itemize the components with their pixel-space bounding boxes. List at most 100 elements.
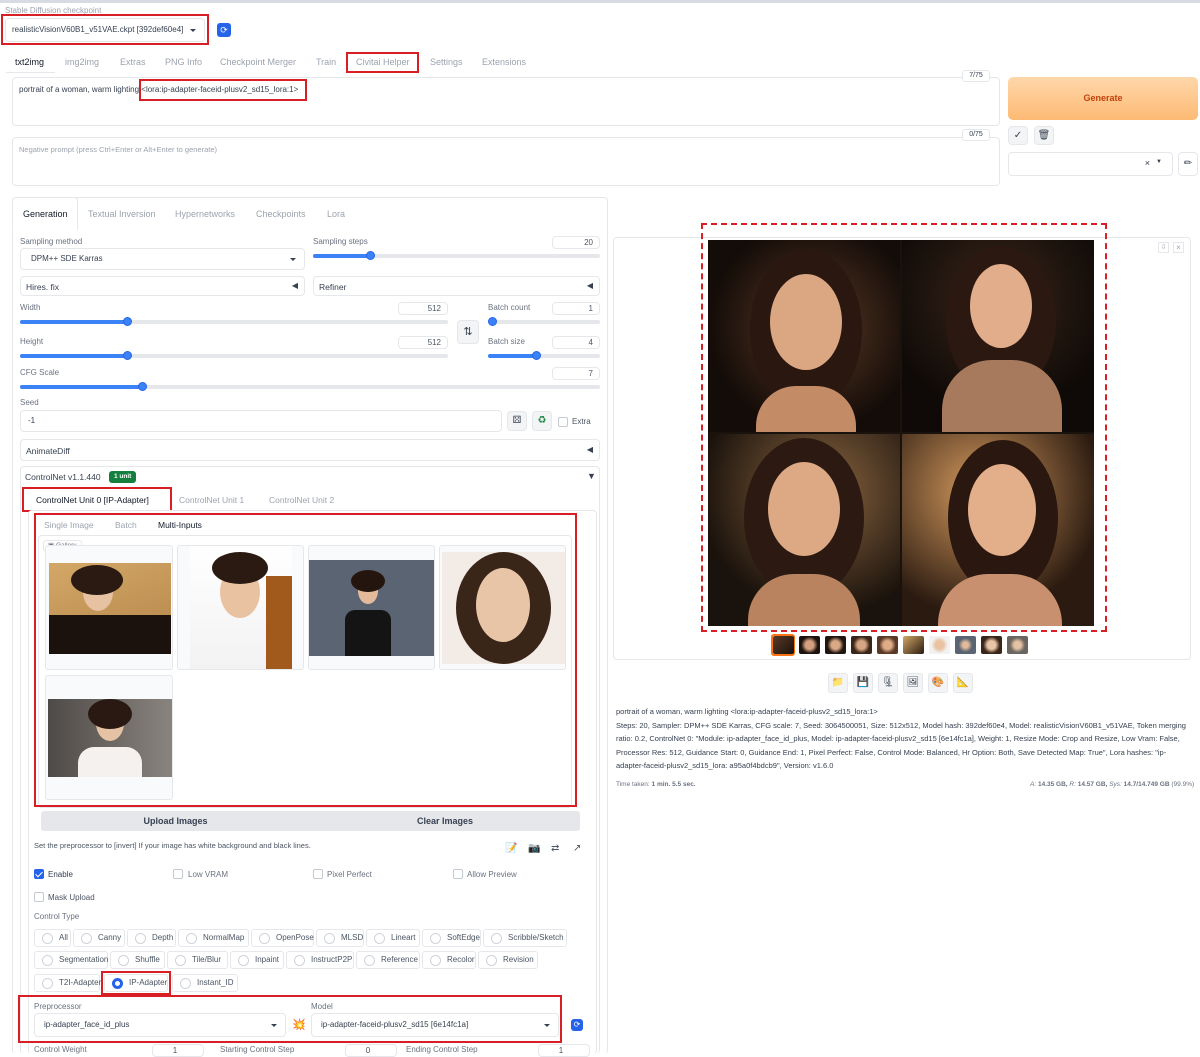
cfg-scale-knob[interactable] [137, 382, 147, 391]
height-slider[interactable] [20, 351, 448, 360]
send-to-extras-icon[interactable]: 📐 [953, 673, 973, 693]
gallery-image-1[interactable] [45, 545, 173, 670]
output-thumb-8[interactable] [955, 636, 976, 654]
output-thumb-10[interactable] [1007, 636, 1028, 654]
sampling-steps-input[interactable]: 20 [552, 236, 600, 249]
swap-icon[interactable]: ⇄ [551, 843, 559, 854]
refresh-models-icon[interactable]: ⟳ [571, 1019, 583, 1031]
send-dimensions-icon[interactable]: ↗ [573, 843, 581, 854]
control-type-instructp2p[interactable]: InstructP2P [286, 951, 354, 969]
control-type-segmentation[interactable]: Segmentation [34, 951, 108, 969]
tab-controlnet-unit-0[interactable]: ControlNet Unit 0 [IP-Adapter] [36, 495, 149, 505]
gallery-image-5[interactable] [45, 675, 173, 800]
control-type-all[interactable]: All [34, 929, 71, 947]
control-type-inpaint[interactable]: Inpaint [230, 951, 284, 969]
starting-step-input[interactable]: 0 [345, 1044, 397, 1057]
output-thumb-3[interactable] [825, 636, 846, 654]
generate-button[interactable]: Generate [1008, 77, 1198, 120]
random-dice-icon[interactable]: ⚄ [507, 411, 527, 431]
checkpoint-select[interactable]: realisticVisionV60B1_v51VAE.ckpt [392def… [5, 18, 205, 42]
upload-images-button[interactable]: Upload Images [41, 811, 310, 831]
gallery-image-2[interactable] [177, 545, 304, 670]
control-type-lineart[interactable]: Lineart [366, 929, 420, 947]
control-type-tile-blur[interactable]: Tile/Blur [167, 951, 228, 969]
control-weight-input[interactable]: 1 [152, 1044, 204, 1057]
notes-icon[interactable]: 📝 [505, 843, 517, 854]
clear-images-button[interactable]: Clear Images [310, 811, 580, 831]
preprocessor-select[interactable]: ip-adapter_face_id_plus [34, 1013, 286, 1037]
output-thumb-9[interactable] [981, 636, 1002, 654]
output-thumb-7[interactable] [929, 636, 950, 654]
control-type-recolor[interactable]: Recolor [422, 951, 476, 969]
batch-size-input[interactable]: 4 [552, 336, 600, 349]
pixel-perfect-checkbox[interactable] [313, 869, 323, 879]
tab-controlnet-unit-2[interactable]: ControlNet Unit 2 [269, 495, 334, 505]
camera-icon[interactable]: 📷 [528, 843, 540, 854]
width-input[interactable]: 512 [398, 302, 448, 315]
clear-x-icon[interactable]: × [1145, 158, 1150, 168]
tab-extras[interactable]: Extras [120, 57, 146, 67]
tab-checkpoint-merger[interactable]: Checkpoint Merger [220, 57, 296, 67]
animatediff-accordion[interactable]: AnimateDiff ◀ [20, 439, 600, 461]
save-icon[interactable]: 💾 [853, 673, 873, 693]
ending-step-input[interactable]: 1 [538, 1044, 590, 1057]
control-type-reference[interactable]: Reference [356, 951, 420, 969]
batch-count-input[interactable]: 1 [552, 302, 600, 315]
close-icon[interactable]: × [1173, 242, 1184, 253]
tab-textual-inversion[interactable]: Textual Inversion [88, 209, 156, 219]
tab-batch[interactable]: Batch [115, 520, 137, 530]
batch-size-slider[interactable] [488, 351, 600, 360]
control-type-canny[interactable]: Canny [73, 929, 125, 947]
control-type-depth[interactable]: Depth [127, 929, 176, 947]
tab-img2img[interactable]: img2img [65, 57, 99, 67]
tab-checkpoints[interactable]: Checkpoints [256, 209, 306, 219]
control-type-instant-id[interactable]: Instant_ID [172, 974, 238, 992]
tab-train[interactable]: Train [316, 57, 336, 67]
height-input[interactable]: 512 [398, 336, 448, 349]
tab-png-info[interactable]: PNG Info [165, 57, 202, 67]
control-type-t2i-adapter[interactable]: T2I-Adapter [34, 974, 101, 992]
tab-txt2img[interactable]: txt2img [15, 57, 44, 67]
cfg-scale-input[interactable]: 7 [552, 367, 600, 380]
low-vram-checkbox[interactable] [173, 869, 183, 879]
width-slider[interactable] [20, 317, 448, 326]
model-select[interactable]: ip-adapter-faceid-plusv2_sd15 [6e14fc1a] [311, 1013, 559, 1037]
batch-count-knob[interactable] [488, 317, 497, 326]
control-type-mlsd[interactable]: MLSD [316, 929, 364, 947]
hires-fix-accordion[interactable]: Hires. fix ◀ [20, 276, 305, 296]
sampling-steps-slider[interactable] [313, 251, 600, 260]
styles-select[interactable]: × ▼ [1008, 152, 1173, 176]
refiner-accordion[interactable]: Refiner ◀ [313, 276, 600, 296]
expand-arrow-icon[interactable]: ▼ [587, 471, 596, 481]
refresh-icon[interactable]: ⟳ [217, 23, 231, 37]
output-thumb-6[interactable] [903, 636, 924, 654]
tab-lora[interactable]: Lora [327, 209, 345, 219]
send-to-img2img-icon[interactable]: 🖼 [903, 673, 923, 693]
mask-upload-checkbox[interactable] [34, 892, 44, 902]
seed-input[interactable]: -1 [20, 410, 502, 432]
tab-generation[interactable]: Generation [23, 209, 68, 219]
prompt-textarea[interactable]: portrait of a woman, warm lighting <lora… [12, 77, 1000, 126]
control-type-shuffle[interactable]: Shuffle [110, 951, 165, 969]
height-knob[interactable] [123, 351, 132, 360]
output-thumb-2[interactable] [799, 636, 820, 654]
tab-hypernetworks[interactable]: Hypernetworks [175, 209, 235, 219]
batch-count-slider[interactable] [488, 317, 600, 326]
tab-civitai-helper[interactable]: Civitai Helper [356, 57, 410, 67]
open-folder-icon[interactable]: 📁 [828, 673, 848, 693]
control-type-normalmap[interactable]: NormalMap [178, 929, 249, 947]
control-type-ip-adapter[interactable]: IP-Adapter [104, 974, 168, 992]
swap-dimensions-icon[interactable]: ⇅ [457, 320, 479, 344]
extra-checkbox[interactable] [558, 417, 568, 427]
width-knob[interactable] [123, 317, 132, 326]
output-thumb-4[interactable] [851, 636, 872, 654]
check-icon[interactable]: ✓ [1008, 126, 1028, 145]
enable-checkbox[interactable] [34, 869, 44, 879]
output-thumb-1[interactable] [773, 636, 794, 654]
run-preprocessor-icon[interactable]: 💥 [292, 1018, 306, 1031]
edit-pencil-icon[interactable]: ✏ [1178, 152, 1198, 176]
tab-controlnet-unit-1[interactable]: ControlNet Unit 1 [179, 495, 244, 505]
download-icon[interactable]: ⇩ [1158, 242, 1169, 253]
gallery-image-3[interactable] [308, 545, 435, 670]
tab-multi-inputs[interactable]: Multi-Inputs [158, 520, 202, 530]
